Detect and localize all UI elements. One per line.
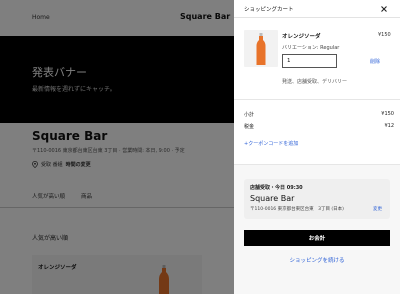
- subtotal-label: 小計: [244, 112, 255, 118]
- pickup-card: 店舗受取・今日 09:30 Square Bar 〒110-0016 東京都台東…: [244, 179, 390, 219]
- modal-backdrop[interactable]: [0, 0, 234, 294]
- subtotal-row: 小計 ¥150: [244, 111, 394, 118]
- continue-shopping-link[interactable]: ショッピングを続ける: [234, 256, 400, 264]
- orange-soda-bottle-icon: [256, 33, 266, 65]
- add-coupon-link[interactable]: +クーポンコードを追加: [244, 140, 298, 147]
- checkout-button[interactable]: お会計: [244, 230, 390, 246]
- cart-title: ショッピングカート: [244, 7, 294, 13]
- fulfillment-options: 発送、店舗受取、デリバリー: [282, 79, 348, 85]
- cart-item-variation: バリエーション: Regular: [282, 45, 340, 51]
- cart-drawer: ショッピングカート オレンジソーダ ¥150 バリエーション: Regular …: [234, 0, 400, 294]
- cart-footer: 店舗受取・今日 09:30 Square Bar 〒110-0016 東京都台東…: [234, 164, 400, 294]
- close-icon[interactable]: [378, 3, 390, 15]
- cart-item-image: [244, 30, 278, 67]
- cart-item-price: ¥150: [378, 32, 391, 38]
- subtotal-value: ¥150: [381, 111, 394, 117]
- cart-header: ショッピングカート: [234, 0, 400, 18]
- tax-label: 税金: [244, 124, 255, 130]
- quantity-input[interactable]: 1: [282, 54, 337, 68]
- divider: [234, 99, 400, 100]
- tax-row: 税金 ¥12: [244, 123, 394, 130]
- pickup-address: 〒110-0016 東京都台東区台東 3丁目 (日本): [250, 207, 344, 212]
- remove-item-link[interactable]: 削除: [370, 58, 380, 65]
- cart-item-name: オレンジソーダ: [282, 34, 321, 40]
- change-pickup-link[interactable]: 変更: [373, 206, 382, 212]
- tax-value: ¥12: [384, 123, 394, 129]
- pickup-time: 店舗受取・今日 09:30: [250, 185, 303, 191]
- pickup-store-name: Square Bar: [250, 194, 295, 203]
